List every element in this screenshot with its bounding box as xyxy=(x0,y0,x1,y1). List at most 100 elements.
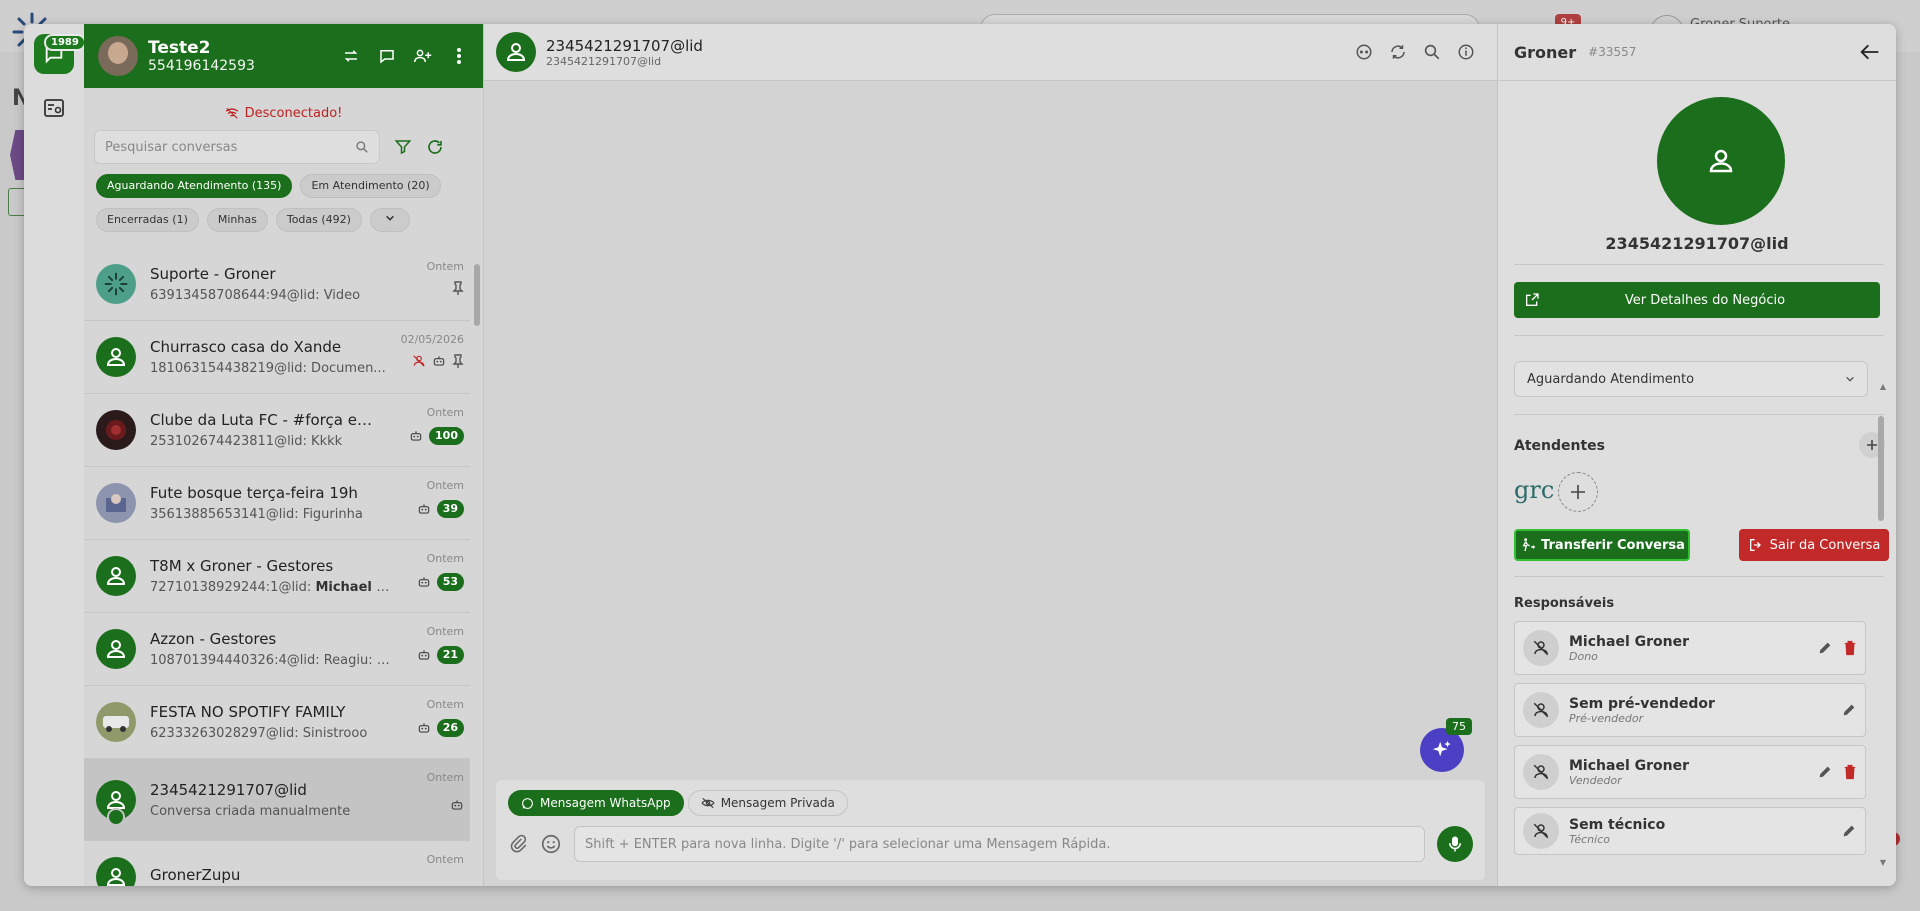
list-item[interactable]: Fute bosque terça-feira 19h 356138856531… xyxy=(84,467,470,540)
divider xyxy=(1514,414,1884,415)
details-scroll-down[interactable]: ▼ xyxy=(1880,858,1886,867)
filter-icon[interactable] xyxy=(394,138,412,156)
conversation-title: Suporte - Groner xyxy=(150,265,276,283)
list-item[interactable]: Churrasco casa do Xande 181063154438219@… xyxy=(84,321,470,394)
responsible-name: Sem técnico xyxy=(1569,816,1666,833)
trash-icon[interactable] xyxy=(1843,640,1857,656)
filter-chip-all[interactable]: Todas (492) xyxy=(275,208,362,232)
search-list-icon[interactable] xyxy=(42,96,66,120)
person-icon xyxy=(106,640,126,658)
list-item[interactable]: GronerZupu Ontem xyxy=(84,841,470,886)
unread-count-badge: 53 xyxy=(436,573,464,591)
wifi-off-icon xyxy=(225,107,238,119)
account-name: Teste2 xyxy=(148,38,211,58)
conversation-title: FESTA NO SPOTIFY FAMILY xyxy=(150,703,346,721)
unread-count-badge: 21 xyxy=(436,646,464,664)
logout-icon xyxy=(1749,539,1761,551)
chat-contact-id: 2345421291707@lid xyxy=(546,54,662,68)
leave-conversation-button[interactable]: Sair da Conversa xyxy=(1739,529,1889,561)
user-off-icon xyxy=(1523,813,1559,849)
search-input[interactable] xyxy=(105,139,355,155)
group-photo-icon xyxy=(103,716,129,732)
person-icon xyxy=(506,43,526,61)
spy-icon[interactable] xyxy=(1355,43,1373,61)
search-box xyxy=(94,130,380,164)
tab-whatsapp-message[interactable]: Mensagem WhatsApp xyxy=(508,790,684,816)
swap-arrows-icon[interactable] xyxy=(341,46,361,66)
pencil-icon[interactable] xyxy=(1841,823,1857,839)
responsible-name: Sem pré-vendedor xyxy=(1569,695,1715,712)
emoji-icon[interactable] xyxy=(540,833,562,855)
filter-chip-in-service[interactable]: Em Atendimento (20) xyxy=(300,174,441,198)
pencil-icon[interactable] xyxy=(1841,702,1857,718)
view-business-button[interactable]: Ver Detalhes do Negócio xyxy=(1514,282,1880,318)
account-header: Teste2 554196142593 xyxy=(84,24,483,88)
details-scroll-up[interactable]: ▲ xyxy=(1880,382,1886,391)
sync-icon[interactable] xyxy=(1389,43,1407,61)
contact-details-panel: Groner #33557 2345421291707@lid Ver Deta… xyxy=(1497,24,1896,886)
refresh-icon[interactable] xyxy=(426,138,444,156)
unread-count-badge: 100 xyxy=(429,427,464,445)
user-off-icon xyxy=(413,355,425,367)
details-contact-id: #33557 xyxy=(1588,45,1637,59)
list-item-selected[interactable]: 2345421291707@lid Conversa criada manual… xyxy=(84,759,470,841)
more-vertical-icon[interactable] xyxy=(449,46,469,66)
filter-chip-closed[interactable]: Encerradas (1) xyxy=(96,208,199,232)
filter-more-button[interactable] xyxy=(369,208,410,232)
search-icon xyxy=(356,141,368,153)
filter-chip-mine[interactable]: Minhas xyxy=(206,208,268,232)
list-item[interactable]: Azzon - Gestores 108701394440326:4@lid: … xyxy=(84,613,470,686)
connection-status-text: Desconectado! xyxy=(244,105,343,121)
responsible-name: Michael Groner xyxy=(1569,633,1689,650)
filter-chip-waiting[interactable]: Aguardando Atendimento (135) xyxy=(96,174,293,198)
ai-credits-badge: 75 xyxy=(1446,718,1472,735)
pencil-icon[interactable] xyxy=(1817,640,1833,656)
transfer-conversation-button[interactable]: Transferir Conversa xyxy=(1514,529,1690,561)
info-icon[interactable] xyxy=(1457,43,1475,61)
person-icon xyxy=(106,567,126,585)
walking-transfer-icon xyxy=(1522,538,1536,552)
attendant-logo: grc xyxy=(1514,476,1555,504)
bot-icon xyxy=(410,431,422,441)
new-chat-icon[interactable] xyxy=(377,46,397,66)
tab-whatsapp-label: Mensagem WhatsApp xyxy=(540,796,671,810)
conversation-list-scrollbar[interactable] xyxy=(474,264,480,326)
conversation-avatar xyxy=(96,556,136,596)
whatsapp-icon xyxy=(522,797,533,809)
chat-contact-avatar[interactable] xyxy=(496,32,536,72)
microphone-icon xyxy=(1449,836,1461,852)
conversation-preview: Conversa criada manualmente xyxy=(150,803,351,819)
conversations-panel: Teste2 554196142593 Desconectado! Agu xyxy=(84,24,484,886)
conversation-title: Clube da Luta FC - #força enam... xyxy=(150,411,380,429)
chat-header: 2345421291707@lid 2345421291707@lid xyxy=(484,24,1497,81)
connection-status: Desconectado! xyxy=(84,104,483,122)
tab-private-message[interactable]: Mensagem Privada xyxy=(687,790,848,816)
conversation-avatar xyxy=(96,337,136,377)
conversation-avatar xyxy=(96,264,136,304)
trash-icon[interactable] xyxy=(1843,764,1857,780)
record-audio-button[interactable] xyxy=(1437,826,1473,862)
account-avatar[interactable] xyxy=(98,36,138,76)
list-item[interactable]: Clube da Luta FC - #força enam... 253102… xyxy=(84,394,470,467)
add-group-icon[interactable] xyxy=(413,46,433,66)
details-scrollbar[interactable] xyxy=(1878,416,1884,521)
search-icon[interactable] xyxy=(1423,43,1441,61)
add-attendant-dashed-button[interactable] xyxy=(1558,472,1598,512)
responsible-card-presales: Sem pré-vendedor Pré-vendedor xyxy=(1514,683,1866,737)
list-item[interactable]: Suporte - Groner 63913458708644:94@lid: … xyxy=(84,248,470,321)
pencil-icon[interactable] xyxy=(1817,764,1833,780)
conversation-avatar xyxy=(96,857,136,886)
responsible-role: Técnico xyxy=(1569,832,1610,846)
message-input[interactable] xyxy=(574,826,1425,862)
attachment-icon[interactable] xyxy=(508,834,528,854)
arrow-left-icon[interactable] xyxy=(1860,43,1880,61)
list-item[interactable]: FESTA NO SPOTIFY FAMILY 62333263028297@l… xyxy=(84,686,470,759)
conversation-date: 02/05/2026 xyxy=(400,333,464,346)
conversation-preview: 35613885653141@lid: Figurinha xyxy=(150,507,363,522)
user-off-icon xyxy=(1523,754,1559,790)
conversation-date: Ontem xyxy=(426,771,464,784)
responsible-role: Vendedor xyxy=(1569,773,1622,787)
status-select[interactable]: Aguardando Atendimento xyxy=(1514,361,1868,397)
list-item[interactable]: T8M x Groner - Gestores 72710138929244:1… xyxy=(84,540,470,613)
conversation-avatar xyxy=(96,483,136,523)
